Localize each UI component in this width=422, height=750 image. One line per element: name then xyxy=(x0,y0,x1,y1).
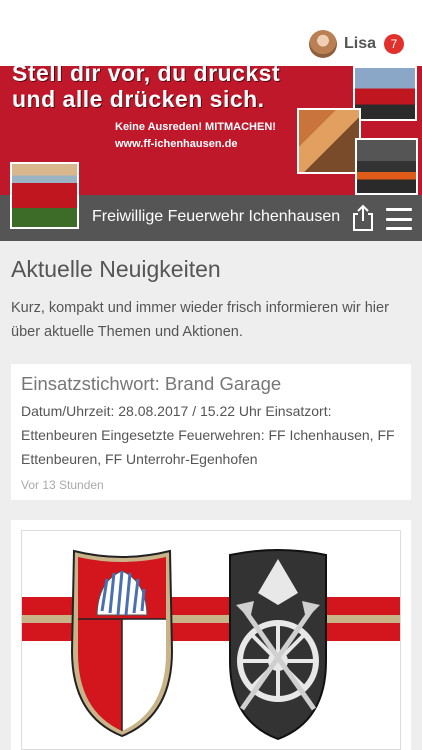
banner-headline-2: und alle drücken sich. xyxy=(12,86,265,112)
user-chip[interactable]: Lisa 7 xyxy=(308,29,404,59)
news-body: Datum/Uhrzeit: 28.08.2017 / 15.22 Uhr Ei… xyxy=(21,403,395,467)
avatar[interactable] xyxy=(308,30,337,58)
user-name[interactable]: Lisa xyxy=(344,35,376,53)
news-title[interactable]: Einsatzstichwort: Brand Garage xyxy=(21,373,401,395)
news-image-card[interactable] xyxy=(11,520,411,750)
banner-tagline: Keine Ausreden! MITMACHEN! xyxy=(115,121,276,133)
site-title[interactable]: Freiwillige Feuerwehr Ichenhausen xyxy=(92,208,342,226)
notification-badge[interactable]: 7 xyxy=(384,34,404,54)
fire-truck-photo xyxy=(353,66,417,121)
hamburger-menu-icon[interactable] xyxy=(386,208,412,230)
share-icon[interactable] xyxy=(350,204,376,232)
page-description: Kurz, kompakt und immer wieder frisch in… xyxy=(11,300,389,340)
coat-of-arms xyxy=(70,549,327,741)
fire-truck-logo-photo xyxy=(10,162,79,229)
news-timestamp: Vor 13 Stunden xyxy=(21,478,104,492)
top-bar: Lisa 7 xyxy=(0,0,422,66)
banner-url: www.ff-ichenhausen.de xyxy=(115,138,238,150)
banner-headline-1: Stell dir vor, du druckst xyxy=(12,66,281,86)
crest-image xyxy=(21,530,401,750)
news-card[interactable]: Einsatzstichwort: Brand Garage Datum/Uhr… xyxy=(11,364,411,500)
burning-building-photo xyxy=(297,108,361,174)
fire-photo xyxy=(355,138,418,195)
page-title: Aktuelle Neuigkeiten xyxy=(11,256,221,282)
